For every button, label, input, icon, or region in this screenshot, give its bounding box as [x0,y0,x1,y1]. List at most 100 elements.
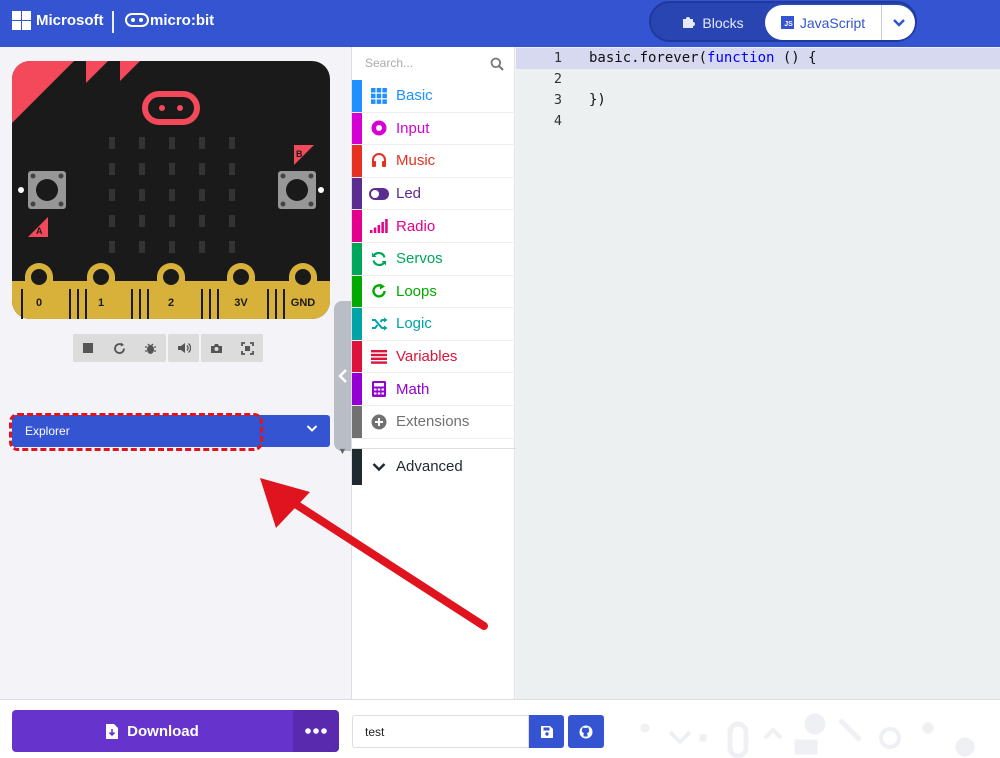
mute-button[interactable] [168,334,199,362]
category-loops[interactable]: Loops [352,275,516,309]
line-number: 1 [553,50,562,66]
button-a[interactable] [28,171,66,209]
category-led[interactable]: Led [352,177,516,211]
fullscreen-icon [241,341,254,355]
bottom-bar: Download [0,699,1000,758]
category-math[interactable]: Math [352,373,516,406]
category-variables[interactable]: Variables [352,340,516,374]
code-line-3[interactable]: }) [589,90,606,111]
download-button[interactable]: Download [12,710,293,752]
circle-dot-icon [371,120,387,136]
microbit-logo-icon[interactable] [125,13,149,27]
top-bar: Microsoft micro:bit Blocks JS JavaScript [0,0,1000,47]
header-divider [112,11,114,33]
red-arrow-annotation [260,478,488,630]
fullscreen-button[interactable] [232,334,263,362]
button-a-label: A [36,226,43,236]
toolbox-search-input[interactable] [365,56,475,70]
button-b[interactable] [278,171,316,209]
code-keyword: function [707,50,775,66]
mute-icon [177,343,191,353]
code-text: () { [774,50,817,66]
blocks-mode-label: Blocks [702,14,744,31]
plus-circle-icon [371,414,387,430]
decorative-pattern [640,713,975,758]
restart-button[interactable] [104,334,135,362]
signal-bars-icon [370,219,388,234]
js-icon: JS [780,16,794,29]
search-icon[interactable] [490,57,504,71]
category-label: Servos [396,250,443,268]
category-label: Basic [396,87,433,105]
microsoft-brand-label[interactable]: Microsoft [36,12,104,29]
debug-icon [145,343,156,354]
save-button[interactable] [529,715,564,748]
github-icon [579,725,593,738]
toolbox-search [352,47,516,80]
category-label: Radio [396,217,436,235]
save-disk-icon [540,725,553,738]
blocks-mode-button[interactable]: Blocks [665,6,761,39]
line-number: 2 [553,71,562,87]
simulator-collapse-handle[interactable] [334,301,352,451]
category-label: Logic [396,315,432,333]
loop-icon [372,283,386,298]
simulator-toolbar [73,334,263,362]
pin-0-label: 0 [36,297,42,309]
category-radio[interactable]: Radio [352,210,516,243]
category-label: Extensions [396,413,470,431]
code-editor[interactable]: 1 2 3 4 basic.forever(function () { }) [516,47,1000,699]
screenshot-button[interactable] [201,334,232,362]
toggle-icon [369,187,389,200]
code-text: basic.forever( [589,50,708,66]
javascript-mode-label: JavaScript [799,14,866,31]
shuffle-icon [371,317,387,331]
debug-button[interactable] [135,334,166,362]
category-label: Input [396,119,430,137]
stop-button[interactable] [73,334,104,362]
pin-gnd-label: GND [291,297,316,309]
line-number: 4 [553,113,562,129]
puzzle-icon [683,17,696,28]
category-label: Music [396,152,436,170]
javascript-mode-button[interactable]: JS JavaScript [765,5,881,40]
chevron-left-icon [338,369,347,383]
calculator-icon [372,381,386,398]
pin-3v-label: 3V [234,297,248,309]
screenshot-icon [211,343,222,353]
language-dropdown-button[interactable] [881,5,915,40]
line-number: 3 [553,92,562,108]
microbit-brand-label[interactable]: micro:bit [150,12,214,29]
microsoft-logo-icon[interactable] [12,11,31,30]
scroll-down-arrow[interactable]: ▼ [338,446,347,456]
pin-2-label: 2 [168,297,174,309]
category-music[interactable]: Music [352,145,516,178]
more-dots-icon [305,728,327,734]
category-label: Variables [396,348,458,366]
editor-mode-toggle: Blocks JS JavaScript [649,1,917,42]
project-name-input[interactable] [352,715,529,748]
category-label: Math [396,380,430,398]
category-basic[interactable]: Basic [352,80,516,113]
download-label: Download [127,722,199,740]
download-options-button[interactable] [293,710,339,752]
headphones-icon [372,153,386,168]
github-button[interactable] [568,715,604,748]
code-line-1[interactable]: basic.forever(function () { [589,48,817,69]
category-label: Loops [396,282,437,300]
refresh-icon [372,251,386,266]
stop-icon [83,342,93,353]
category-servos[interactable]: Servos [352,243,516,276]
download-file-icon [106,723,119,739]
chevron-down-icon [892,18,905,27]
category-logic[interactable]: Logic [352,308,516,341]
category-extensions[interactable]: Extensions [352,406,516,439]
category-input[interactable]: Input [352,112,516,146]
restart-icon [114,342,125,354]
grid-icon [371,87,387,104]
explorer-highlight-annotation [9,413,263,451]
list-icon [371,349,387,364]
button-b-label: B [296,149,303,159]
microbit-simulator-board[interactable]: A B 0 1 2 3V GND [12,61,330,321]
category-label: Led [396,185,422,203]
